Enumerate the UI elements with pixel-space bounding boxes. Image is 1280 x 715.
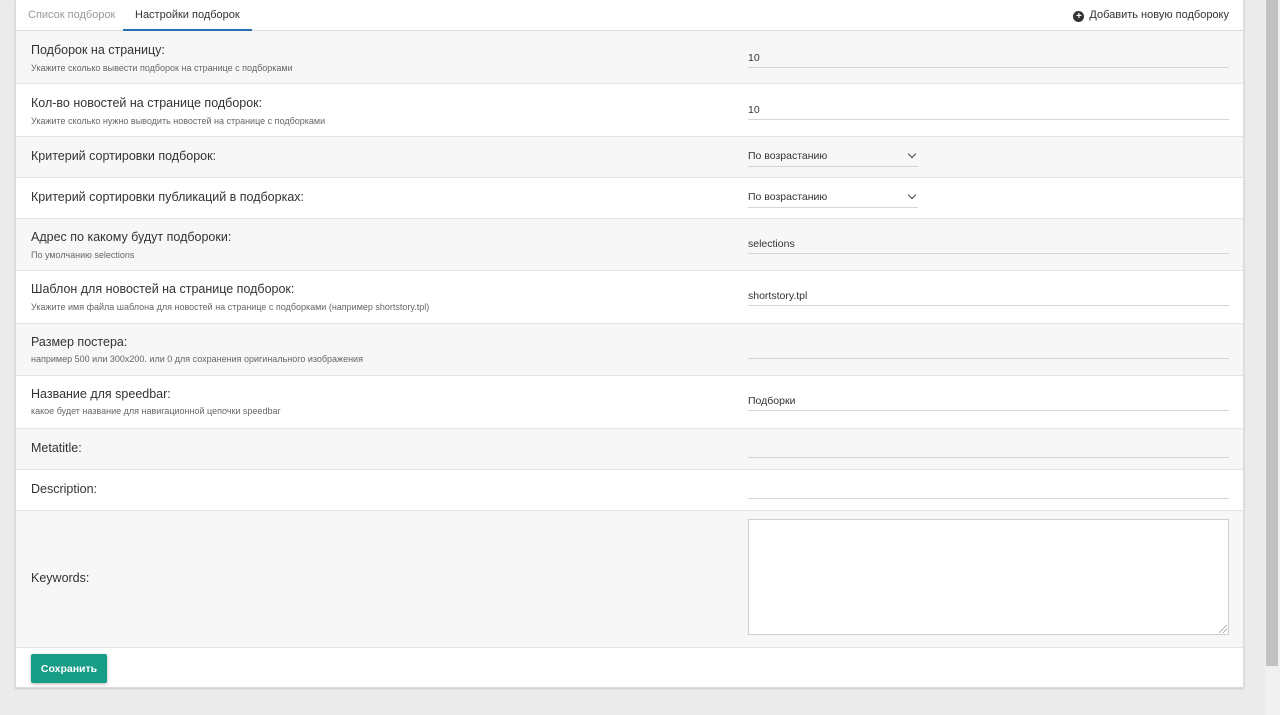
row-news-count: Кол-во новостей на странице подборок: Ук…: [16, 84, 1243, 137]
row-address: Адрес по какому будут подбороки: По умол…: [16, 219, 1243, 271]
row-sort-publications: Критерий сортировки публикаций в подборк…: [16, 178, 1243, 219]
per-page-input[interactable]: [748, 48, 1229, 68]
scrollbar-thumb[interactable]: [1266, 0, 1278, 666]
settings-panel: Список подборок Настройки подборок + Доба…: [15, 0, 1244, 688]
poster-size-hint: например 500 или 300x200. или 0 для сохр…: [31, 354, 363, 364]
template-input[interactable]: [748, 286, 1229, 306]
chevron-down-icon: [907, 190, 917, 200]
sort-publications-value: По возрастанию: [748, 191, 828, 203]
address-input[interactable]: [748, 234, 1229, 254]
sort-publications-select[interactable]: По возрастанию: [748, 188, 918, 208]
row-poster-size: Размер постера: например 500 или 300x200…: [16, 324, 1243, 376]
row-sort-selections: Критерий сортировки подборок: По возраст…: [16, 137, 1243, 178]
poster-size-label: Размер постера:: [31, 335, 128, 349]
per-page-hint: Укажите сколько вывести подборок на стра…: [31, 63, 293, 73]
row-per-page: Подборок на страницу: Укажите сколько вы…: [16, 31, 1243, 84]
sort-selections-value: По возрастанию: [748, 150, 828, 162]
sort-selections-label: Критерий сортировки подборок:: [31, 149, 217, 163]
sort-publications-label: Критерий сортировки публикаций в подборк…: [31, 190, 304, 204]
settings-page: Список подборок Настройки подборок + Доба…: [0, 0, 1280, 715]
resize-grip-icon[interactable]: [1219, 625, 1227, 633]
speedbar-label: Название для speedbar:: [31, 387, 171, 401]
address-label: Адрес по какому будут подбороки:: [31, 230, 232, 244]
row-keywords: Keywords:: [16, 511, 1243, 648]
tab-selections-settings[interactable]: Настройки подборок: [123, 0, 252, 31]
add-selection-link[interactable]: + Добавить новую подбороку: [1073, 0, 1229, 31]
add-selection-label: Добавить новую подбороку: [1089, 9, 1229, 21]
tabs-bar: Список подборок Настройки подборок + Доба…: [16, 0, 1243, 31]
news-count-input[interactable]: [748, 100, 1229, 120]
speedbar-input[interactable]: [748, 391, 1229, 411]
keywords-textarea[interactable]: [748, 519, 1229, 635]
row-template: Шаблон для новостей на странице подборок…: [16, 271, 1243, 324]
keywords-label: Keywords:: [31, 571, 90, 585]
per-page-label: Подборок на страницу:: [31, 43, 165, 57]
description-input[interactable]: [748, 479, 1229, 499]
address-hint: По умолчанию selections: [31, 250, 135, 260]
row-speedbar: Название для speedbar: какое будет назва…: [16, 376, 1243, 429]
chevron-down-icon: [907, 149, 917, 159]
template-hint: Укажите имя файла шаблона для новостей н…: [31, 302, 430, 312]
tab-selections-list[interactable]: Список подборок: [16, 0, 127, 31]
description-label: Description:: [31, 482, 97, 496]
news-count-label: Кол-во новостей на странице подборок:: [31, 96, 263, 110]
template-label: Шаблон для новостей на странице подборок…: [31, 282, 295, 296]
row-description: Description:: [16, 470, 1243, 511]
metatitle-label: Metatitle:: [31, 441, 82, 455]
metatitle-input[interactable]: [748, 438, 1229, 458]
speedbar-hint: какое будет название для навигационной ц…: [31, 406, 281, 416]
save-button[interactable]: Сохранить: [31, 654, 107, 683]
poster-size-input[interactable]: [748, 339, 1229, 359]
row-metatitle: Metatitle:: [16, 429, 1243, 470]
news-count-hint: Укажите сколько нужно выводить новостей …: [31, 116, 326, 126]
plus-circle-icon: +: [1073, 11, 1085, 22]
sort-selections-select[interactable]: По возрастанию: [748, 147, 918, 167]
